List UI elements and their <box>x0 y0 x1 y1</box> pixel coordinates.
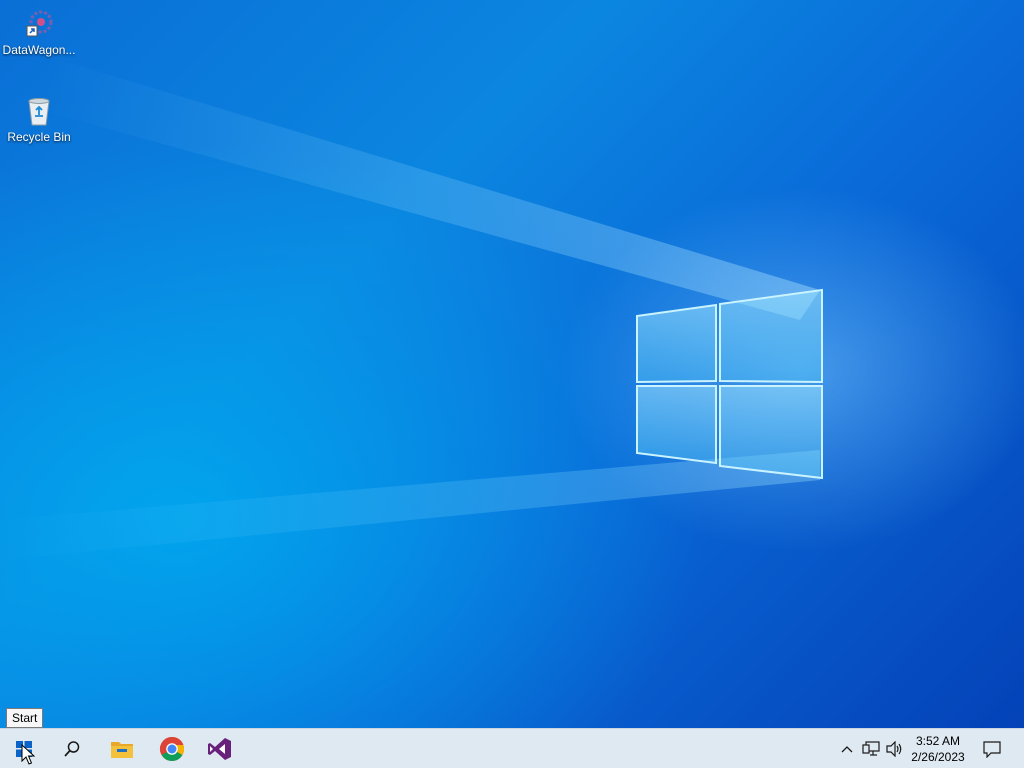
clock-time: 3:52 AM <box>915 734 961 748</box>
chevron-up-icon <box>841 746 853 753</box>
chrome-button[interactable] <box>148 729 196 769</box>
show-hidden-icons-button[interactable] <box>838 729 856 769</box>
folder-icon <box>111 742 133 758</box>
network-status-button[interactable] <box>860 729 882 769</box>
recycle-bin-icon <box>28 98 50 126</box>
volume-icon <box>886 741 902 757</box>
visual-studio-button[interactable] <box>196 729 244 769</box>
desktop-icon-recycle-bin[interactable]: Recycle Bin <box>1 95 77 144</box>
datawagon-app-icon <box>26 10 53 37</box>
desktop-icon-label: DataWagon... <box>2 43 76 57</box>
desktop-background: DataWagon... Recycle Bin Start <box>0 0 1024 728</box>
windows-start-icon <box>16 741 32 757</box>
search-icon <box>64 741 80 757</box>
desktop-icon-label: Recycle Bin <box>7 130 71 144</box>
wallpaper-light-beams <box>0 60 820 560</box>
chrome-icon <box>159 736 185 762</box>
desktop-icon-datawagon[interactable]: DataWagon... <box>1 8 77 57</box>
clock-button[interactable]: 3:52 AM 2/26/2023 <box>906 731 970 767</box>
file-explorer-button[interactable] <box>98 729 146 769</box>
taskbar: 3:52 AM 2/26/2023 <box>0 728 1024 768</box>
start-button[interactable] <box>0 729 48 769</box>
visual-studio-icon <box>208 738 231 760</box>
windows-logo <box>636 288 823 480</box>
search-button[interactable] <box>48 729 96 769</box>
volume-button[interactable] <box>884 729 906 769</box>
network-icon <box>862 741 880 756</box>
action-center-button[interactable] <box>978 729 1006 769</box>
clock-date: 2/26/2023 <box>911 750 965 764</box>
action-center-icon <box>983 741 1001 758</box>
start-tooltip: Start <box>6 708 44 728</box>
